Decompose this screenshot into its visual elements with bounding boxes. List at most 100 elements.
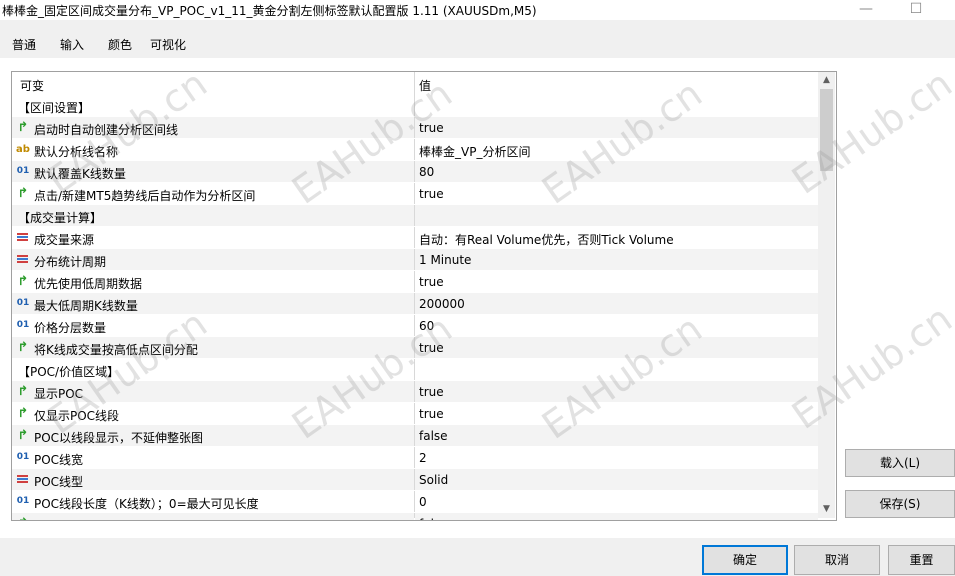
parameter-value-cell[interactable]: 2	[415, 447, 818, 468]
bool-arrow-icon: ↱	[16, 517, 30, 520]
parameter-value: 60	[419, 319, 435, 333]
parameter-value: true	[419, 275, 444, 289]
parameter-label: POC线型	[34, 475, 84, 489]
tab-colors[interactable]: 颜色	[108, 36, 132, 53]
parameter-label: 最大低周期K线数量	[34, 299, 138, 313]
save-button[interactable]: 保存(S)	[845, 490, 955, 518]
parameter-value-cell[interactable]: false	[415, 425, 818, 446]
parameter-value-cell[interactable]: true	[415, 271, 818, 292]
parameter-value-cell[interactable]: true	[415, 403, 818, 424]
parameter-value: true	[419, 385, 444, 399]
grid-row[interactable]: ↱ 显示POC true	[12, 381, 818, 403]
load-button[interactable]: 载入(L)	[845, 449, 955, 477]
parameter-name-cell: ↱ 将K线成交量按高低点区间分配	[12, 337, 414, 358]
tab-general[interactable]: 普通	[12, 36, 36, 53]
parameter-value: true	[419, 341, 444, 355]
column-header-value[interactable]: 值	[419, 77, 431, 94]
parameter-value-cell[interactable]: true	[415, 183, 818, 204]
ok-button[interactable]: 确定	[702, 545, 788, 575]
grid-row[interactable]: ↱ 仅显示POC线段 true	[12, 403, 818, 425]
parameter-label: 默认分析线名称	[34, 145, 119, 159]
grid-section-row[interactable]: 【区间设置】	[12, 95, 818, 117]
parameter-value-cell[interactable]: true	[415, 381, 818, 402]
bool-arrow-icon: ↱	[17, 340, 29, 355]
column-header-variable[interactable]: 可变	[20, 77, 44, 94]
parameter-value-cell[interactable]: 0	[415, 491, 818, 512]
parameter-value-cell[interactable]: 60	[415, 315, 818, 336]
bool-arrow-icon: ↱	[17, 274, 29, 289]
grid-section-row[interactable]: 【成交量计算】	[12, 205, 818, 227]
parameter-name-cell: ↱ 显示POC	[12, 381, 414, 402]
grid-row[interactable]: ↱ 启动时自动创建分析区间线 true	[12, 117, 818, 139]
vertical-scrollbar[interactable]: ▲ ▼	[818, 72, 835, 518]
parameter-name-cell: ↱ 显示VAH/VAL	[12, 513, 414, 520]
bool-arrow-icon: ↱	[17, 406, 29, 421]
integer-01-icon: 01	[16, 320, 30, 330]
reset-button[interactable]: 重置	[888, 545, 955, 575]
cancel-button[interactable]: 取消	[794, 545, 880, 575]
scroll-up-icon[interactable]: ▲	[818, 72, 835, 89]
grid-row[interactable]: ↱ 显示VAH/VAL false	[12, 513, 818, 520]
grid-row[interactable]: 01 最大低周期K线数量 200000	[12, 293, 818, 315]
parameter-label: 【成交量计算】	[18, 211, 103, 225]
tab-inputs[interactable]: 输入	[60, 36, 85, 60]
parameter-value-cell[interactable]: 200000	[415, 293, 818, 314]
grid-row[interactable]: 01 POC线段长度（K线数）；0=最大可见长度 0	[12, 491, 818, 513]
parameter-value-cell[interactable]: 自动：有Real Volume优先，否则Tick Volume	[415, 227, 818, 248]
parameter-value: 自动：有Real Volume优先，否则Tick Volume	[419, 233, 674, 247]
parameter-name-cell: 分布统计周期	[12, 249, 414, 270]
parameter-value: 200000	[419, 297, 465, 311]
parameter-value-cell[interactable]: 80	[415, 161, 818, 182]
parameter-name-cell: ↱ POC以线段显示，不延伸整张图	[12, 425, 414, 446]
parameter-value: true	[419, 407, 444, 421]
parameter-value: 2	[419, 451, 427, 465]
parameter-label: 点击/新建MT5趋势线后自动作为分析区间	[34, 189, 256, 203]
parameter-label: 仅显示POC线段	[34, 409, 120, 423]
grid-row[interactable]: ↱ 优先使用低周期数据 true	[12, 271, 818, 293]
parameter-name-cell: ab 默认分析线名称	[12, 139, 414, 160]
grid-row[interactable]: ab 默认分析线名称 棒棒金_VP_分析区间	[12, 139, 818, 161]
grid-row[interactable]: 01 默认覆盖K线数量 80	[12, 161, 818, 183]
grid-section-row[interactable]: 【POC/价值区域】	[12, 359, 818, 381]
parameter-label: 显示VAH/VAL	[34, 517, 109, 520]
parameter-name-cell: ↱ 仅显示POC线段	[12, 403, 414, 424]
parameter-label: POC线宽	[34, 453, 84, 467]
parameter-name-cell: ↱ 优先使用低周期数据	[12, 271, 414, 292]
integer-01-icon: 01	[16, 166, 30, 176]
parameter-name-cell: 01 POC线宽	[12, 447, 414, 468]
bool-arrow-icon: ↱	[17, 186, 29, 201]
maximize-icon[interactable]: ☐	[896, 0, 936, 20]
grid-row[interactable]: 01 POC线宽 2	[12, 447, 818, 469]
parameter-name-cell: POC线型	[12, 469, 414, 490]
grid-row[interactable]: POC线型 Solid	[12, 469, 818, 491]
parameter-value-cell[interactable]: 棒棒金_VP_分析区间	[415, 139, 818, 160]
parameter-value-cell[interactable]: true	[415, 337, 818, 358]
minimize-icon[interactable]: —	[846, 0, 886, 20]
parameter-label: 显示POC	[34, 387, 84, 401]
parameter-value: 棒棒金_VP_分析区间	[419, 145, 531, 159]
parameter-value: 80	[419, 165, 435, 179]
grid-row[interactable]: ↱ POC以线段显示，不延伸整张图 false	[12, 425, 818, 447]
parameter-value: 1 Minute	[419, 253, 472, 267]
grid-row[interactable]: ↱ 点击/新建MT5趋势线后自动作为分析区间 true	[12, 183, 818, 205]
integer-01-icon: 01	[16, 496, 30, 506]
scroll-down-icon[interactable]: ▼	[818, 501, 835, 518]
parameter-label: 【区间设置】	[18, 101, 91, 115]
parameter-label: 默认覆盖K线数量	[34, 167, 126, 181]
integer-01-icon: 01	[16, 298, 30, 308]
scroll-thumb[interactable]	[820, 89, 833, 171]
parameter-label: 分布统计周期	[34, 255, 107, 269]
parameter-value-cell[interactable]: Solid	[415, 469, 818, 490]
grid-row[interactable]: 01 价格分层数量 60	[12, 315, 818, 337]
grid-row[interactable]: 成交量来源 自动：有Real Volume优先，否则Tick Volume	[12, 227, 818, 249]
parameter-value-cell[interactable]: false	[415, 513, 818, 520]
parameter-value-cell	[415, 359, 818, 380]
parameter-label: 【POC/价值区域】	[18, 365, 120, 379]
grid-row[interactable]: ↱ 将K线成交量按高低点区间分配 true	[12, 337, 818, 359]
enum-list-icon	[17, 255, 28, 264]
parameter-value-cell[interactable]: true	[415, 117, 818, 138]
parameter-value-cell[interactable]: 1 Minute	[415, 249, 818, 270]
grid-row[interactable]: 分布统计周期 1 Minute	[12, 249, 818, 271]
tab-visualization[interactable]: 可视化	[150, 36, 186, 53]
parameter-name-cell: 01 默认覆盖K线数量	[12, 161, 414, 182]
